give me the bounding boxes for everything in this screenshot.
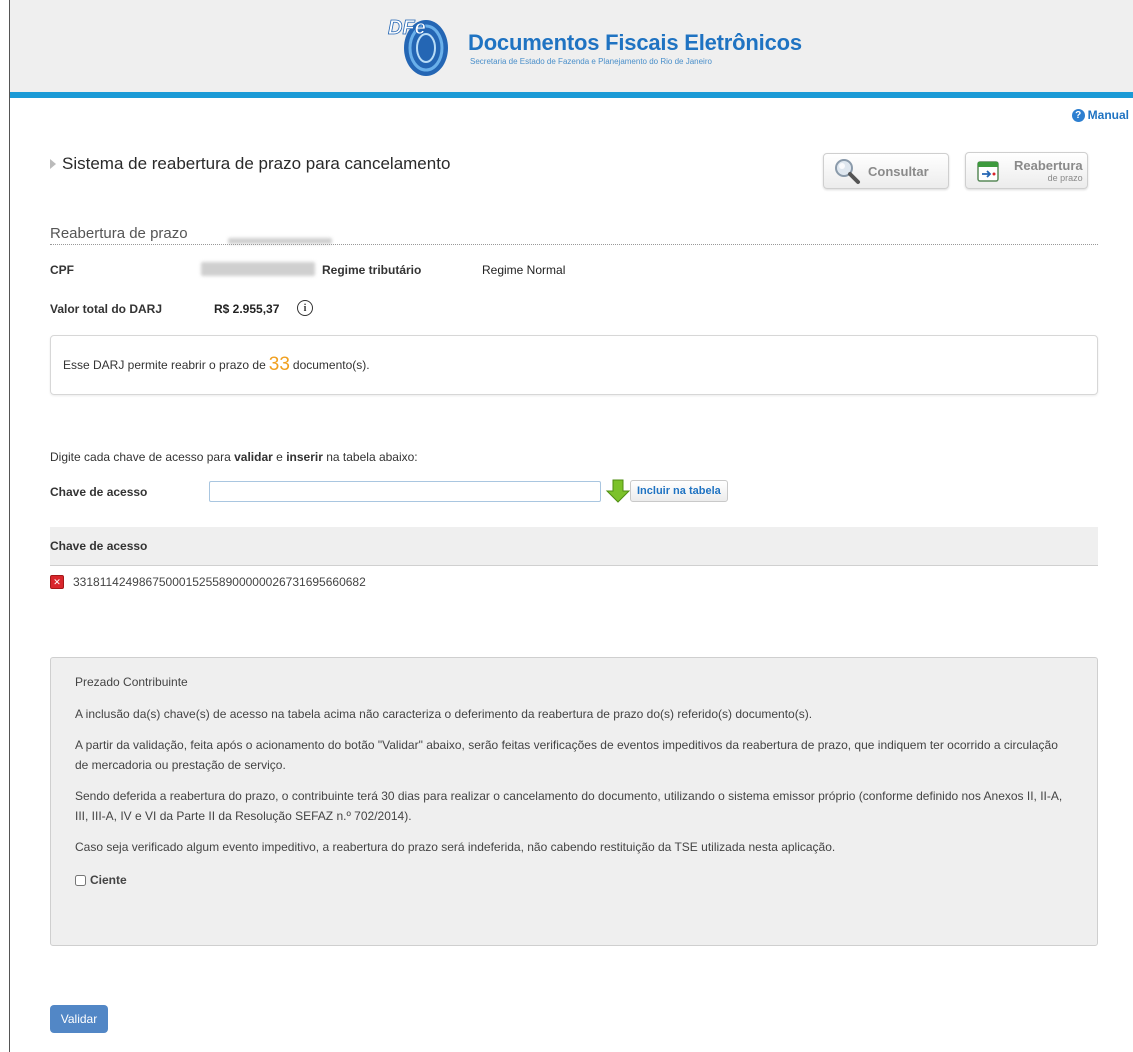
reabertura-label: Reabertura <box>1014 157 1083 173</box>
cpf-label: CPF <box>50 263 74 277</box>
caret-right-icon <box>50 159 56 169</box>
instruction-part3: na tabela abaixo: <box>326 450 418 464</box>
arrow-down-icon <box>605 479 631 503</box>
validar-button[interactable]: Validar <box>50 1005 108 1033</box>
instruction-text: Digite cada chave de acesso para validar… <box>50 450 418 464</box>
panel-paragraph-2: A partir da validação, feita após o acio… <box>75 738 1058 772</box>
reabertura-button[interactable]: Reabertura de prazo <box>965 152 1088 189</box>
brand-subtitle: Secretaria de Estado de Fazenda e Planej… <box>470 57 712 66</box>
page-title-row: Sistema de reabertura de prazo para canc… <box>50 154 450 174</box>
window-left-border <box>9 0 10 1052</box>
panel-paragraph-1: A inclusão da(s) chave(s) de acesso na t… <box>75 707 813 721</box>
include-label: Incluir na tabela <box>630 480 728 502</box>
section-divider <box>50 244 1098 245</box>
manual-label: Manual <box>1087 108 1129 122</box>
chave-input[interactable] <box>209 481 601 502</box>
info-icon[interactable]: i <box>297 300 313 316</box>
delete-row-icon[interactable]: ✕ <box>50 575 64 589</box>
instruction-bold2: inserir <box>286 450 323 464</box>
consultar-label: Consultar <box>868 163 929 179</box>
notice-prefix: Esse DARJ permite reabrir o prazo de <box>63 358 266 372</box>
panel-paragraph-3: Sendo deferida a reabertura do prazo, o … <box>75 789 1063 823</box>
instruction-bold1: validar <box>234 450 273 464</box>
valor-label: Valor total do DARJ <box>50 302 163 316</box>
table-header-label: Chave de acesso <box>50 539 148 553</box>
section-title: Reabertura de prazo <box>50 225 188 242</box>
table-row-key: 3318114249867500015255890000002673169566… <box>73 575 366 589</box>
page-title: Sistema de reabertura de prazo para canc… <box>62 154 451 173</box>
reabertura-sublabel: de prazo <box>1047 172 1083 183</box>
instruction-part2: e <box>276 450 283 464</box>
magnifier-icon <box>835 159 860 184</box>
panel-paragraph-4: Caso seja verificado algum evento impedi… <box>75 840 836 854</box>
regime-label: Regime tributário <box>322 263 422 277</box>
disclaimer-panel: Prezado Contribuinte A inclusão da(s) ch… <box>50 657 1098 946</box>
instruction-part1: Digite cada chave de acesso para <box>50 450 231 464</box>
notice-box: Esse DARJ permite reabrir o prazo de 33 … <box>50 335 1098 395</box>
help-icon: ? <box>1071 108 1085 122</box>
valor-value: R$ 2.955,37 <box>214 302 280 316</box>
chave-label: Chave de acesso <box>50 485 148 499</box>
dfe-logo: DFe <box>388 17 448 76</box>
table-header: Chave de acesso <box>50 527 1098 566</box>
ciente-field[interactable]: Ciente <box>75 873 1073 887</box>
table-row: ✕ 33181142498675000152558900000026731695… <box>50 575 366 589</box>
include-button[interactable]: Incluir na tabela <box>604 478 736 504</box>
consultar-button[interactable]: Consultar <box>823 153 949 189</box>
notice-count: 33 <box>268 354 290 375</box>
notice-suffix: documento(s). <box>292 358 370 372</box>
logo-text: DFe <box>388 17 426 39</box>
ciente-checkbox[interactable] <box>75 874 86 886</box>
calendar-arrow-icon <box>977 160 999 182</box>
regime-value: Regime Normal <box>482 263 566 277</box>
brand-title: Documentos Fiscais Eletrônicos <box>468 30 802 55</box>
ciente-label: Ciente <box>90 873 127 887</box>
panel-greeting: Prezado Contribuinte <box>75 675 188 689</box>
header-accent-bar <box>10 92 1133 98</box>
cpf-value-redacted <box>201 262 315 276</box>
manual-link[interactable]: ? Manual <box>1071 108 1129 122</box>
